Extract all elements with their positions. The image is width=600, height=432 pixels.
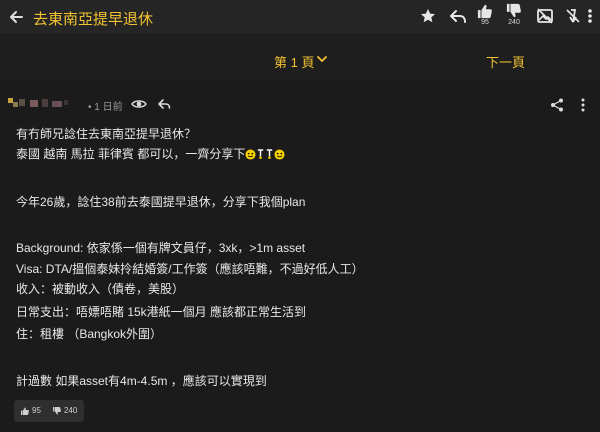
thumbs-up-icon[interactable] xyxy=(476,3,494,19)
share-icon[interactable] xyxy=(550,98,564,112)
smile-emoji-icon xyxy=(245,149,256,160)
thumbs-down-icon[interactable] xyxy=(505,3,523,19)
back-arrow-icon[interactable] xyxy=(7,7,27,27)
dislike-count: 240 xyxy=(508,19,520,26)
star-icon[interactable] xyxy=(418,6,438,26)
thumbs-down-icon[interactable] xyxy=(52,406,62,416)
avatar xyxy=(8,98,68,108)
post-line: 住：租樓 （Bangkok外圍） xyxy=(16,327,163,341)
tongue-emoji-icon xyxy=(267,149,273,160)
page-selector[interactable]: 第 1 頁 xyxy=(274,52,314,71)
tongue-emoji-icon xyxy=(258,149,264,160)
post: • 1 日前 有冇師兄諗住去東南亞提早退休？ 泰國 越南 馬拉 菲律賓 都可以，… xyxy=(0,82,600,432)
post-line: 收入：被動收入（債卷，美股） xyxy=(16,282,185,296)
post-like-count: 95 xyxy=(32,406,41,415)
no-signal-icon[interactable] xyxy=(563,6,583,26)
top-bar: 去東南亞提早退休 95 240 xyxy=(0,0,600,35)
post-line: 日常支出：唔嫖唔賭 15k港紙一個月 應該都正常生活到 xyxy=(16,305,307,319)
thread-title: 去東南亞提早退休 xyxy=(33,11,154,28)
pagination-bar: 第 1 頁 下一頁 xyxy=(0,35,600,81)
chevron-down-icon[interactable] xyxy=(316,53,328,65)
post-line: 泰國 越南 馬拉 菲律賓 都可以，一齊分享下 xyxy=(16,146,285,162)
post-time: • 1 日前 xyxy=(88,102,123,113)
post-line: 計過數 如果asset有4m-4.5m ，應該可以實現到 xyxy=(16,374,267,388)
post-more-icon[interactable] xyxy=(580,98,586,112)
post-vote-box: 95 240 xyxy=(14,400,84,422)
post-line: Visa: DTA/搵個泰妹拎結婚簽/工作簽（應該唔難，不過好低人工） xyxy=(16,262,364,276)
next-page-link[interactable]: 下一頁 xyxy=(486,52,525,71)
grin-emoji-icon xyxy=(274,149,285,160)
quote-reply-icon[interactable] xyxy=(157,97,171,111)
more-vertical-icon[interactable] xyxy=(585,6,595,26)
thumbs-up-icon[interactable] xyxy=(20,406,30,416)
like-count: 95 xyxy=(481,19,489,26)
reply-icon[interactable] xyxy=(448,6,468,26)
post-line: Background: 依家係一個有牌文員仔，3xk，>1m asset xyxy=(16,241,306,255)
post-line: 有冇師兄諗住去東南亞提早退休？ xyxy=(16,127,197,141)
post-line: 今年26歲，諗住38前去泰國提早退休，分享下我個plan xyxy=(16,195,306,209)
eye-icon[interactable] xyxy=(131,97,147,111)
image-icon[interactable] xyxy=(535,6,555,26)
post-dislike-count: 240 xyxy=(64,406,78,415)
